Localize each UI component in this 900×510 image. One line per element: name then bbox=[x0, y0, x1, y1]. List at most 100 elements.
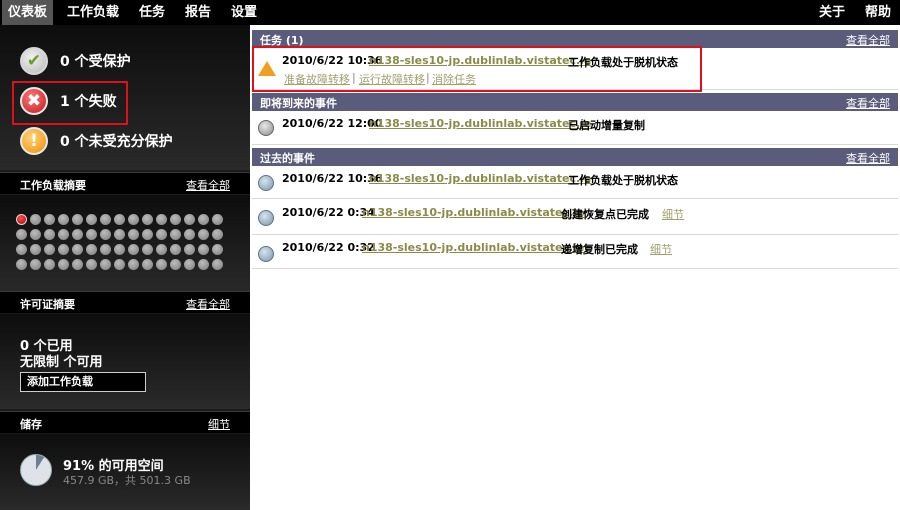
workload-dot[interactable] bbox=[198, 214, 209, 225]
workload-dot[interactable] bbox=[114, 244, 125, 255]
workload-dot[interactable] bbox=[156, 229, 167, 240]
workload-dot[interactable] bbox=[16, 244, 27, 255]
workload-dot[interactable] bbox=[170, 214, 181, 225]
workload-dot[interactable] bbox=[170, 229, 181, 240]
workload-dot[interactable] bbox=[58, 259, 69, 270]
tasks-view-all-link[interactable]: 查看全部 bbox=[846, 32, 890, 48]
task-highlight bbox=[252, 46, 702, 92]
workload-dot[interactable] bbox=[156, 244, 167, 255]
info-icon bbox=[258, 210, 274, 226]
upcoming-row: 2010/6/22 12:00 n138-sles10-jp.dublinlab… bbox=[252, 111, 898, 145]
workload-dot[interactable] bbox=[212, 214, 223, 225]
past-details-link[interactable]: 细节 bbox=[650, 241, 672, 257]
workload-dot[interactable] bbox=[184, 229, 195, 240]
workload-dot[interactable] bbox=[44, 229, 55, 240]
workload-dot[interactable] bbox=[156, 259, 167, 270]
past-header: 过去的事件 查看全部 bbox=[252, 148, 898, 166]
past-view-all-link[interactable]: 查看全部 bbox=[846, 150, 890, 166]
workload-dot[interactable] bbox=[142, 259, 153, 270]
workload-dot[interactable] bbox=[30, 244, 41, 255]
upcoming-host-link[interactable]: n138-sles10-jp.dublinlab.vistatec.ie bbox=[369, 117, 591, 130]
past-message: 工作负载处于脱机状态 bbox=[568, 174, 678, 187]
nav-dashboard[interactable]: 仪表板 bbox=[2, 0, 54, 25]
nav-about[interactable]: 关于 bbox=[819, 0, 845, 25]
workload-dot[interactable] bbox=[44, 214, 55, 225]
storage-details-link[interactable]: 细节 bbox=[208, 416, 230, 432]
status-underprotected[interactable]: ! 0 个未受充分保护 bbox=[20, 125, 173, 157]
workload-dot[interactable] bbox=[114, 214, 125, 225]
past-timestamp: 2010/6/22 10:36 bbox=[282, 172, 383, 185]
nav-settings[interactable]: 设置 bbox=[231, 0, 257, 25]
workload-dot[interactable] bbox=[100, 229, 111, 240]
workload-dot[interactable] bbox=[72, 259, 83, 270]
upcoming-timestamp: 2010/6/22 12:00 bbox=[282, 117, 383, 130]
past-timestamp: 2010/6/22 0:32 bbox=[282, 241, 375, 254]
workload-dot[interactable] bbox=[58, 214, 69, 225]
workload-dot[interactable] bbox=[198, 259, 209, 270]
upcoming-view-all-link[interactable]: 查看全部 bbox=[846, 95, 890, 111]
workload-dot[interactable] bbox=[30, 229, 41, 240]
workload-dot[interactable] bbox=[100, 259, 111, 270]
workload-dot[interactable] bbox=[16, 229, 27, 240]
workload-dot[interactable] bbox=[170, 259, 181, 270]
past-details-link[interactable]: 细节 bbox=[662, 206, 684, 222]
status-protected[interactable]: ✔ 0 个受保护 bbox=[20, 45, 131, 77]
workload-dot[interactable] bbox=[198, 244, 209, 255]
workload-dot[interactable] bbox=[30, 214, 41, 225]
workload-dot[interactable] bbox=[142, 229, 153, 240]
workload-dot[interactable] bbox=[212, 259, 223, 270]
workload-summary-title: 工作负载摘要 bbox=[20, 179, 86, 192]
workload-dot[interactable] bbox=[16, 259, 27, 270]
workload-dot[interactable] bbox=[212, 244, 223, 255]
workload-dot[interactable] bbox=[86, 244, 97, 255]
workload-dot[interactable] bbox=[44, 259, 55, 270]
workload-dot[interactable] bbox=[212, 229, 223, 240]
nav-reports[interactable]: 报告 bbox=[185, 0, 211, 25]
past-host-link[interactable]: n138-sles10-jp.dublinlab.vistatec.ie bbox=[362, 241, 584, 254]
workload-dot-failed[interactable] bbox=[16, 214, 27, 225]
nav-help[interactable]: 帮助 bbox=[865, 0, 891, 25]
workload-dot[interactable] bbox=[58, 229, 69, 240]
workload-view-all-link[interactable]: 查看全部 bbox=[186, 177, 230, 193]
workload-dot[interactable] bbox=[156, 214, 167, 225]
workload-dot[interactable] bbox=[184, 259, 195, 270]
workload-dot[interactable] bbox=[170, 244, 181, 255]
workload-dot[interactable] bbox=[128, 229, 139, 240]
workload-dot[interactable] bbox=[72, 229, 83, 240]
nav-workloads[interactable]: 工作负载 bbox=[67, 0, 119, 25]
workload-dot[interactable] bbox=[100, 244, 111, 255]
workload-dot[interactable] bbox=[128, 244, 139, 255]
license-view-all-link[interactable]: 查看全部 bbox=[186, 296, 230, 312]
workload-dot[interactable] bbox=[184, 244, 195, 255]
past-host-link[interactable]: n138-sles10-jp.dublinlab.vistatec.ie bbox=[369, 172, 591, 185]
workload-dot[interactable] bbox=[58, 244, 69, 255]
workload-dot-grid bbox=[16, 214, 226, 270]
workload-dot[interactable] bbox=[100, 214, 111, 225]
sidebar: ✔ 0 个受保护 ✖ 1 个失败 ! 0 个未受充分保护 工作负载摘要 查看全部… bbox=[0, 25, 250, 510]
storage-size-text: 457.9 GB，共 501.3 GB bbox=[63, 474, 191, 487]
workload-dot[interactable] bbox=[184, 214, 195, 225]
workload-dot[interactable] bbox=[128, 214, 139, 225]
workload-dot[interactable] bbox=[114, 229, 125, 240]
upcoming-title: 即将到来的事件 bbox=[260, 97, 337, 110]
workload-dot[interactable] bbox=[114, 259, 125, 270]
workload-dot[interactable] bbox=[72, 214, 83, 225]
past-host-link[interactable]: n138-sles10-jp.dublinlab.vistatec.ie bbox=[362, 206, 584, 219]
clock-icon bbox=[258, 120, 274, 136]
underprotected-count: 0 个未受充分保护 bbox=[60, 134, 173, 150]
workload-dot[interactable] bbox=[142, 244, 153, 255]
workload-dot[interactable] bbox=[86, 214, 97, 225]
workload-dot[interactable] bbox=[142, 214, 153, 225]
workload-dot[interactable] bbox=[128, 259, 139, 270]
workload-dot[interactable] bbox=[198, 229, 209, 240]
main-content: 任务 (1) 查看全部 2010/6/22 10:36 n138-sles10-… bbox=[252, 30, 900, 510]
workload-dot[interactable] bbox=[72, 244, 83, 255]
workload-dot[interactable] bbox=[86, 259, 97, 270]
workload-dot[interactable] bbox=[30, 259, 41, 270]
nav-tasks[interactable]: 任务 bbox=[139, 0, 165, 25]
info-icon bbox=[258, 175, 274, 191]
add-workload-button[interactable]: 添加工作负载 bbox=[20, 372, 146, 392]
check-icon: ✔ bbox=[20, 47, 48, 75]
workload-dot[interactable] bbox=[44, 244, 55, 255]
workload-dot[interactable] bbox=[86, 229, 97, 240]
